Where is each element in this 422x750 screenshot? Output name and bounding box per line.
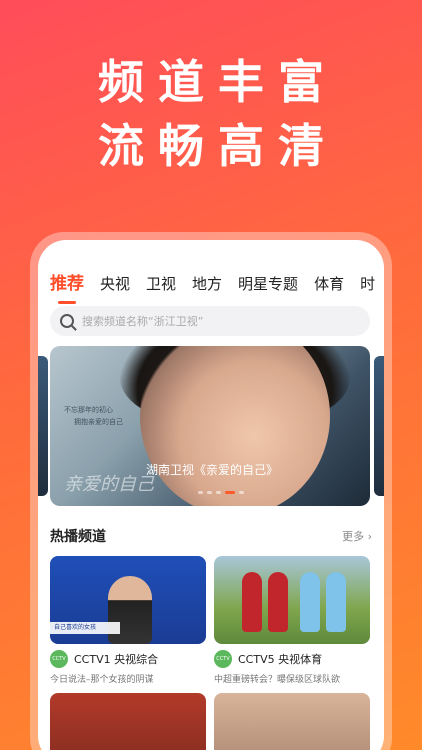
banner-carousel[interactable]: 不忘那年的初心 拥抱亲爱的自己 亲爱的自己 湖南卫视《亲爱的自己》 [38, 346, 384, 514]
channel-thumbnail: 自己喜欢的女孩 [50, 556, 206, 644]
channel-name: CCTV5 央视体育 [238, 653, 323, 666]
headline-line-1: 频道丰富 [98, 55, 338, 109]
tab-cctv[interactable]: 央视 [100, 270, 130, 298]
carousel-dot [198, 491, 203, 494]
carousel-dot-active [225, 491, 235, 494]
channel-thumbnail [214, 693, 370, 750]
banner-prev-peek[interactable] [38, 356, 48, 496]
cctv-logo-icon: CCTV [50, 650, 68, 668]
search-bar[interactable]: 搜索频道名称“浙江卫视” [50, 306, 370, 336]
carousel-dot [216, 491, 221, 494]
channel-card[interactable] [50, 693, 206, 750]
player-figure [300, 572, 320, 632]
player-figure [242, 572, 262, 632]
player-figure [326, 572, 346, 632]
banner-next-peek[interactable] [374, 356, 384, 496]
tab-local[interactable]: 地方 [192, 270, 222, 298]
search-placeholder: 搜索频道名称“浙江卫视” [82, 315, 204, 328]
carousel-dot [207, 491, 212, 494]
carousel-indicator [198, 491, 244, 494]
banner-script-title: 亲爱的自己 [64, 474, 154, 495]
category-tabs: 推荐 央视 卫视 地方 明星专题 体育 时 [50, 270, 384, 298]
banner-caption: 湖南卫视《亲爱的自己》 [146, 463, 279, 477]
search-icon [60, 314, 74, 328]
tab-sports[interactable]: 体育 [314, 270, 344, 298]
tab-celebrity[interactable]: 明星专题 [238, 270, 298, 298]
tab-recommend[interactable]: 推荐 [50, 270, 84, 298]
channel-thumbnail [214, 556, 370, 644]
cctv-logo-icon: CCTV [214, 650, 232, 668]
banner-overlay-text: 不忘那年的初心 拥抱亲爱的自己 [64, 406, 123, 426]
channel-card[interactable] [214, 693, 370, 750]
tab-more-partial[interactable]: 时 [360, 270, 375, 298]
carousel-dot [239, 491, 244, 494]
tab-satellite[interactable]: 卫视 [146, 270, 176, 298]
app-screen: 推荐 央视 卫视 地方 明星专题 体育 时 搜索频道名称“浙江卫视” 不忘那年的… [38, 240, 384, 750]
hot-channels-header: 热播频道 更多 › [50, 526, 372, 546]
promo-headline: 频道丰富 流畅高清 [0, 50, 422, 178]
channel-card[interactable]: 自己喜欢的女孩 CCTV CCTV1 央视综合 今日说法–那个女孩的阴谋 [50, 556, 206, 685]
more-link[interactable]: 更多 › [342, 528, 372, 544]
banner-artwork-face [140, 346, 330, 506]
banner-slide[interactable]: 不忘那年的初心 拥抱亲爱的自己 亲爱的自己 湖南卫视《亲爱的自己》 [50, 346, 370, 506]
channel-program: 今日说法–那个女孩的阴谋 [50, 675, 154, 685]
channel-card[interactable]: CCTV CCTV5 央视体育 中超重磅转会？曝保级区球队欲 [214, 556, 370, 685]
channel-grid: 自己喜欢的女孩 CCTV CCTV1 央视综合 今日说法–那个女孩的阴谋 CCT… [50, 556, 372, 750]
headline-line-2: 流畅高清 [98, 119, 338, 173]
thumbnail-ribbon: 自己喜欢的女孩 [50, 622, 120, 634]
player-figure [268, 572, 288, 632]
phone-frame: 推荐 央视 卫视 地方 明星专题 体育 时 搜索频道名称“浙江卫视” 不忘那年的… [30, 232, 392, 750]
channel-program: 中超重磅转会？曝保级区球队欲 [214, 675, 341, 685]
channel-thumbnail [50, 693, 206, 750]
section-title: 热播频道 [50, 529, 106, 545]
channel-name: CCTV1 央视综合 [74, 653, 159, 666]
